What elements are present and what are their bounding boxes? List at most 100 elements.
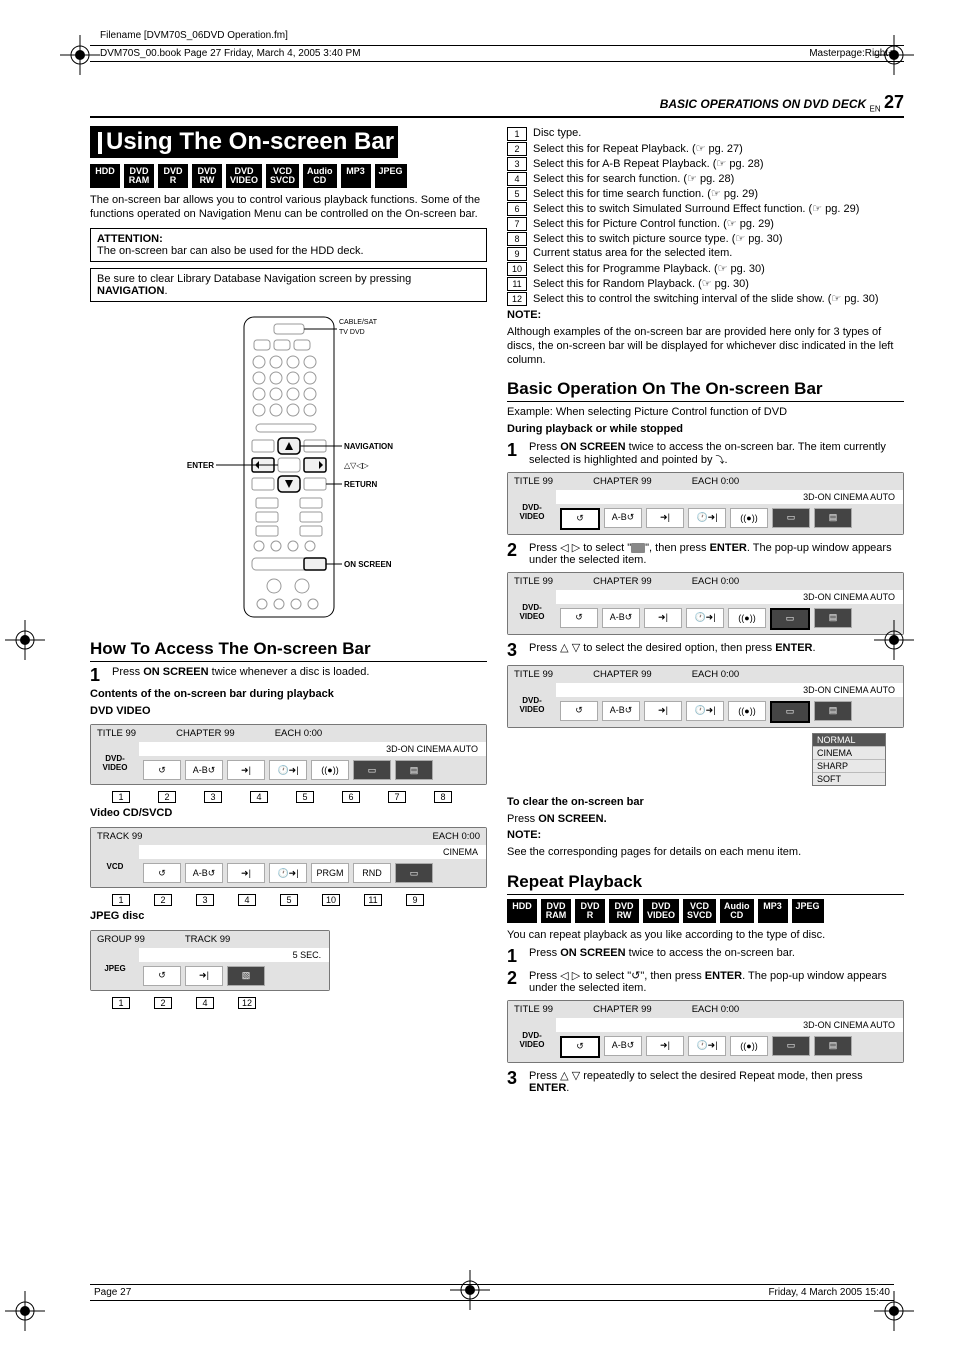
callout-number: 1 — [112, 997, 130, 1009]
callout-item: 12Select this to control the switching i… — [507, 292, 904, 306]
clear-head: To clear the on-screen bar — [507, 796, 904, 810]
footer-left: Page 27 — [94, 1287, 131, 1298]
callout-number: 5 — [280, 894, 298, 906]
format-badge: MP3 — [758, 899, 788, 923]
ab-repeat-icon: A-B↺ — [185, 760, 223, 780]
picture-control-icon: ▭ — [353, 760, 391, 780]
dropdown-option: SHARP — [813, 760, 885, 773]
callout-item: 8Select this to switch picture source ty… — [507, 232, 904, 246]
step-1: Press ON SCREEN twice to access the on-s… — [529, 441, 904, 466]
callout-item: 4Select this for search function. (☞ pg.… — [507, 172, 904, 186]
jpeg-label: JPEG disc — [90, 910, 487, 924]
intro-text: The on-screen bar allows you to control … — [90, 194, 487, 222]
crop-mark-icon — [874, 35, 914, 75]
book-info: DVM70S_00.book Page 27 Friday, March 4, … — [100, 48, 361, 59]
during-label: During playback or while stopped — [507, 423, 904, 437]
repeat-intro: You can repeat playback as you like acco… — [507, 929, 904, 943]
format-badge: DVDR — [158, 164, 188, 188]
dvd-video-label: DVD VIDEO — [90, 705, 487, 719]
callout-number: 2 — [154, 894, 172, 906]
callout-item: 9Current status area for the selected it… — [507, 247, 904, 261]
repeat-playback-head: Repeat Playback — [507, 872, 904, 895]
format-badge: DVDVIDEO — [226, 164, 262, 188]
callout-number: 4 — [196, 997, 214, 1009]
callout-number: 5 — [296, 791, 314, 803]
callout-number: 12 — [238, 997, 256, 1009]
callout-number: 4 — [250, 791, 268, 803]
callout-number: 7 — [388, 791, 406, 803]
format-badges: HDDDVDRAMDVDRDVDRWDVDVIDEOVCDSVCDAudioCD… — [90, 164, 487, 188]
svg-text:ENTER: ENTER — [186, 461, 213, 470]
format-badge: AudioCD — [720, 899, 754, 923]
section-title: Using The On-screen Bar — [90, 126, 398, 158]
callout-item: 7Select this for Picture Control functio… — [507, 217, 904, 231]
navigation-note-box: Be sure to clear Library Database Naviga… — [90, 268, 487, 302]
format-badge: VCDSVCD — [266, 164, 299, 188]
svg-text:△▽◁▷: △▽◁▷ — [344, 461, 369, 470]
repeat-icon: ↺ — [631, 970, 640, 982]
picture-control-dropdown: NORMALCINEMASHARPSOFT — [812, 733, 886, 786]
svg-text:ON SCREEN: ON SCREEN — [344, 560, 392, 569]
svg-text:NAVIGATION: NAVIGATION — [344, 442, 393, 451]
callout-item: 2Select this for Repeat Playback. (☞ pg.… — [507, 142, 904, 156]
running-head: BASIC OPERATIONS ON DVD DECK EN 27 — [90, 92, 904, 118]
crop-mark-icon — [874, 620, 914, 660]
callout-number: 3 — [204, 791, 222, 803]
callout-number: 11 — [364, 894, 382, 906]
rstep-3: Press △ ▽ repeatedly to select the desir… — [529, 1069, 904, 1094]
dropdown-option: CINEMA — [813, 747, 885, 760]
format-badge: HDD — [507, 899, 537, 923]
onscreen-bar-vcd: TRACK 99 EACH 0:00 VCD CINEMA ↺ A-B↺ ➜| … — [90, 827, 487, 888]
callout-number: 3 — [196, 894, 214, 906]
format-badge: DVDVIDEO — [643, 899, 679, 923]
callout-number: 6 — [342, 791, 360, 803]
svg-text:CABLE/SAT: CABLE/SAT — [339, 319, 378, 326]
svg-text:RETURN: RETURN — [344, 480, 378, 489]
search-icon: ➜| — [227, 760, 265, 780]
format-badge: AudioCD — [303, 164, 337, 188]
onscreen-bar-jpeg: GROUP 99 TRACK 99 JPEG 5 SEC. ↺ ➜| ▧ — [90, 930, 330, 991]
repeat-icon: ↺ — [143, 760, 181, 780]
dvd-callouts: 12345678 — [112, 791, 487, 803]
callout-number: 10 — [322, 894, 340, 906]
note-body: Although examples of the on-screen bar a… — [507, 326, 904, 367]
dropdown-option: NORMAL — [813, 734, 885, 747]
callout-number: 2 — [158, 791, 176, 803]
format-badge: DVDR — [575, 899, 605, 923]
step-number: 1 — [90, 666, 106, 684]
dropdown-option: SOFT — [813, 773, 885, 785]
format-badge: DVDRW — [192, 164, 222, 188]
format-badges-repeat: HDDDVDRAMDVDRDVDRWDVDVIDEOVCDSVCDAudioCD… — [507, 899, 904, 923]
pointer-icon — [716, 454, 725, 466]
onscreen-bar-repeat: TITLE 99CHAPTER 99EACH 0:00 DVD-VIDEO 3D… — [507, 1000, 904, 1063]
callout-item: 5Select this for time search function. (… — [507, 187, 904, 201]
step-text: Press ON SCREEN twice whenever a disc is… — [112, 666, 487, 684]
callout-item: 1Disc type. — [507, 127, 904, 141]
rstep-2: Press ◁ ▷ to select "↺", then press ENTE… — [529, 969, 904, 994]
callout-number: 2 — [154, 997, 172, 1009]
format-badge: HDD — [90, 164, 120, 188]
note2-body: See the corresponding pages for details … — [507, 846, 904, 860]
step-2: Press ◁ ▷ to select "", then press ENTER… — [529, 541, 904, 566]
callout-number: 8 — [434, 791, 452, 803]
onscreen-bar-step1: TITLE 99CHAPTER 99EACH 0:00 DVD-VIDEO 3D… — [507, 472, 904, 535]
picture-control-icon — [631, 543, 645, 553]
step-3: Press △ ▽ to select the desired option, … — [529, 641, 904, 659]
callout-item: 3Select this for A-B Repeat Playback. (☞… — [507, 157, 904, 171]
format-badge: JPEG — [792, 899, 824, 923]
format-badge: JPEG — [375, 164, 407, 188]
format-badge: DVDRAM — [124, 164, 154, 188]
time-search-icon: 🕐➜| — [269, 760, 307, 780]
vcd-callouts: 1234510119 — [112, 894, 487, 906]
callout-number: 1 — [112, 894, 130, 906]
footer-right: Friday, 4 March 2005 15:40 — [768, 1287, 890, 1298]
onscreen-bar-dvd: TITLE 99 CHAPTER 99 EACH 0:00 DVD-VIDEO … — [90, 724, 487, 785]
jpeg-callouts: 12412 — [112, 997, 487, 1009]
svg-text:TV DVD: TV DVD — [339, 329, 365, 336]
surround-icon: ((●)) — [311, 760, 349, 780]
filename-text: Filename [DVM70S_06DVD Operation.fm] — [100, 30, 904, 41]
callout-list: 1Disc type.2Select this for Repeat Playb… — [507, 127, 904, 306]
callout-item: 11Select this for Random Playback. (☞ pg… — [507, 277, 904, 291]
basic-operation-head: Basic Operation On The On-screen Bar — [507, 379, 904, 402]
callout-number: 4 — [238, 894, 256, 906]
